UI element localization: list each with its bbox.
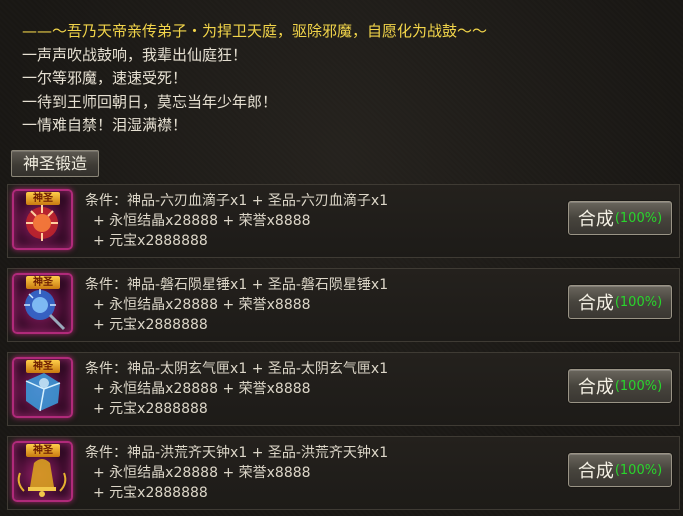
recipe-row: 神圣 条件：神品-洪荒齐天钟x1 + 圣品-洪荒齐天钟x1 + 永恒结晶x288… xyxy=(7,436,680,510)
craft-button[interactable]: 合成 (100%) xyxy=(568,285,672,319)
recipe-row: 神圣 条件：神品-磐石陨星锤x1 + 圣品-磐石陨星锤x1 + 永恒结晶x288… xyxy=(7,268,680,342)
intro-text: ——〜吾乃天帝亲传弟子・为捍卫天庭，驱除邪魔，自愿化为战鼓〜〜 一声声吹战鼓响，… xyxy=(22,20,487,138)
divine-badge: 神圣 xyxy=(26,276,60,289)
craft-button-label: 合成 xyxy=(577,461,614,482)
condition-line: 条件：神品-洪荒齐天钟x1 + 圣品-洪荒齐天钟x1 xyxy=(85,445,389,461)
success-rate: (100%) xyxy=(614,294,663,310)
intro-title: ——〜吾乃天帝亲传弟子・为捍卫天庭，驱除邪魔，自愿化为战鼓〜〜 xyxy=(22,22,488,40)
lunar-box-icon[interactable]: 神圣 xyxy=(12,357,73,418)
condition-line: + 元宝x2888888 xyxy=(93,317,208,333)
blood-droplet-weapon-icon[interactable]: 神圣 xyxy=(12,189,73,250)
recipe-conditions: 条件：神品-六刃血滴子x1 + 圣品-六刃血滴子x1 + 永恒结晶x28888 … xyxy=(85,191,388,251)
divine-badge: 神圣 xyxy=(26,192,60,205)
recipe-row: 神圣 条件：神品-六刃血滴子x1 + 圣品-六刃血滴子x1 + 永恒结晶x288… xyxy=(7,184,680,258)
craft-button-label: 合成 xyxy=(577,293,614,314)
condition-line: + 永恒结晶x28888 + 荣誉x8888 xyxy=(93,465,311,481)
divine-badge: 神圣 xyxy=(26,444,60,457)
condition-line: + 元宝x2888888 xyxy=(93,401,208,417)
craft-button[interactable]: 合成 (100%) xyxy=(568,369,672,403)
meteor-hammer-icon[interactable]: 神圣 xyxy=(12,273,73,334)
divine-badge: 神圣 xyxy=(26,360,60,373)
condition-line: + 元宝x2888888 xyxy=(93,485,208,501)
success-rate: (100%) xyxy=(614,462,663,478)
craft-button-label: 合成 xyxy=(577,377,614,398)
craft-button[interactable]: 合成 (100%) xyxy=(568,453,672,487)
success-rate: (100%) xyxy=(614,210,663,226)
bell-icon[interactable]: 神圣 xyxy=(12,441,73,502)
recipe-conditions: 条件：神品-磐石陨星锤x1 + 圣品-磐石陨星锤x1 + 永恒结晶x28888 … xyxy=(85,275,388,335)
tab-divine-forge[interactable]: 神圣锻造 xyxy=(11,150,99,177)
recipe-conditions: 条件：神品-洪荒齐天钟x1 + 圣品-洪荒齐天钟x1 + 永恒结晶x28888 … xyxy=(85,443,388,503)
recipe-conditions: 条件：神品-太阴玄气匣x1 + 圣品-太阴玄气匣x1 + 永恒结晶x28888 … xyxy=(85,359,388,419)
condition-line: 条件：神品-六刃血滴子x1 + 圣品-六刃血滴子x1 xyxy=(85,193,389,209)
success-rate: (100%) xyxy=(614,378,663,394)
intro-line: 一待到王师回朝日，莫忘当年少年郎！ xyxy=(22,92,278,111)
intro-line: 一声声吹战鼓响，我辈出仙庭狂！ xyxy=(22,45,248,64)
craft-button[interactable]: 合成 (100%) xyxy=(568,201,672,235)
forge-panel: ——〜吾乃天帝亲传弟子・为捍卫天庭，驱除邪魔，自愿化为战鼓〜〜 一声声吹战鼓响，… xyxy=(0,0,683,516)
condition-line: 条件：神品-磐石陨星锤x1 + 圣品-磐石陨星锤x1 xyxy=(85,277,389,293)
condition-line: + 永恒结晶x28888 + 荣誉x8888 xyxy=(93,381,311,397)
craft-button-label: 合成 xyxy=(577,209,614,230)
condition-line: 条件：神品-太阴玄气匣x1 + 圣品-太阴玄气匣x1 xyxy=(85,361,389,377)
recipe-row: 神圣 条件：神品-太阴玄气匣x1 + 圣品-太阴玄气匣x1 + 永恒结晶x288… xyxy=(7,352,680,426)
intro-line: 一尔等邪魔，速速受死！ xyxy=(22,69,188,87)
condition-line: + 永恒结晶x28888 + 荣誉x8888 xyxy=(93,213,311,229)
condition-line: + 永恒结晶x28888 + 荣誉x8888 xyxy=(93,297,311,313)
condition-line: + 元宝x2888888 xyxy=(93,233,208,249)
intro-line: 一情难自禁！泪湿满襟！ xyxy=(22,116,188,134)
